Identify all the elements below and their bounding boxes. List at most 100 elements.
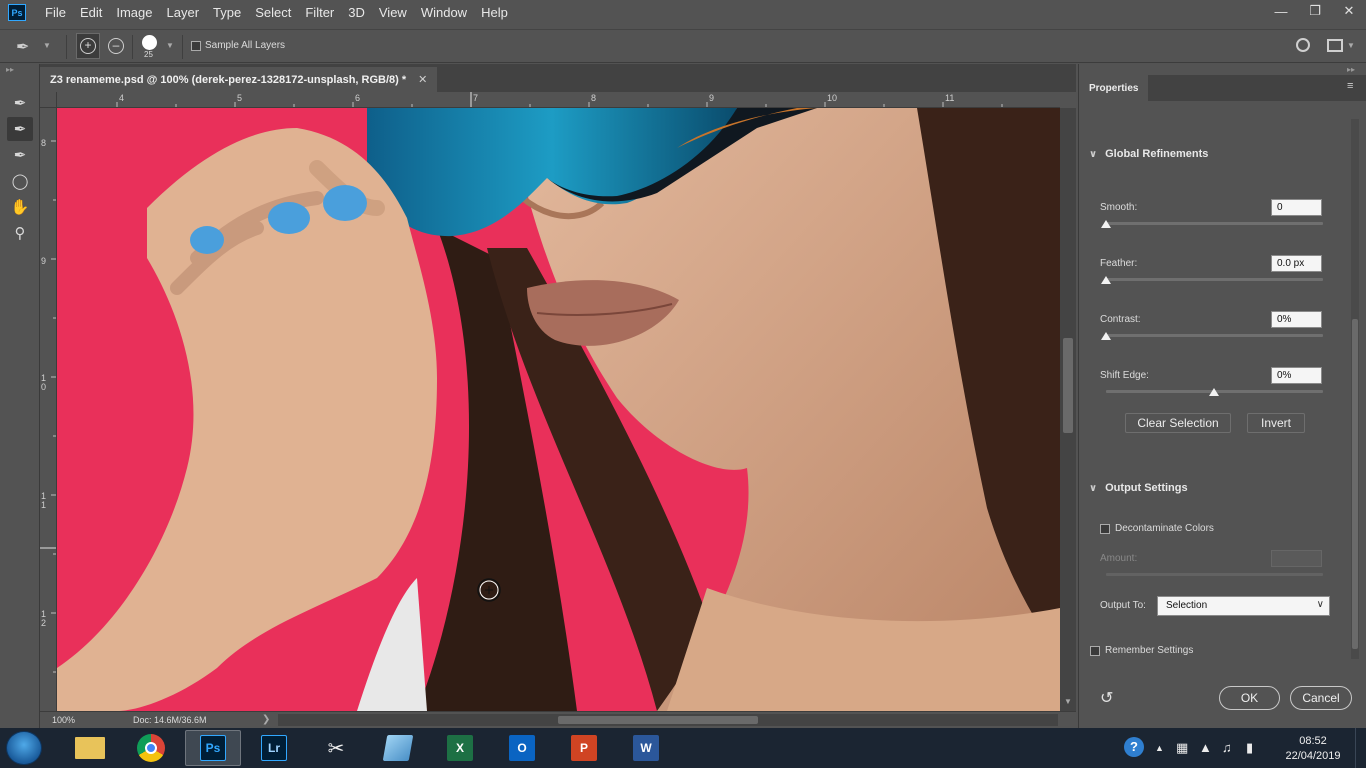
horizontal-ruler[interactable]: 4 5 6 7 8 9 10 11 — [57, 92, 1060, 108]
menu-view[interactable]: View — [372, 5, 414, 20]
close-tab-icon[interactable]: ✕ — [418, 73, 427, 86]
clear-selection-button[interactable]: Clear Selection — [1125, 413, 1231, 433]
section-title: Output Settings — [1105, 482, 1188, 494]
contrast-input[interactable]: 0% — [1271, 311, 1322, 328]
chevron-down-icon[interactable]: ▼ — [43, 41, 51, 50]
restore-icon[interactable]: ❐ — [1298, 0, 1332, 22]
document-canvas[interactable] — [57, 108, 1060, 711]
chevron-down-icon[interactable]: ▼ — [166, 41, 174, 50]
remember-settings-checkbox[interactable] — [1090, 646, 1100, 656]
lasso-tool-icon[interactable]: ◯ — [7, 169, 33, 193]
file-explorer-icon[interactable] — [62, 730, 118, 766]
feather-slider[interactable] — [1106, 278, 1323, 281]
menu-3d[interactable]: 3D — [341, 5, 372, 20]
zoom-level[interactable]: 100% — [52, 715, 75, 725]
minimize-icon[interactable]: — — [1264, 0, 1298, 22]
menu-image[interactable]: Image — [109, 5, 159, 20]
shift-edge-slider-thumb[interactable] — [1209, 388, 1219, 396]
outlook-icon[interactable]: O — [494, 730, 550, 766]
start-button[interactable] — [6, 731, 42, 765]
options-bar: ✒ ▼ + – 25 ▼ Sample All Layers ▼ — [0, 29, 1366, 63]
volume-icon[interactable]: ♫ — [1222, 740, 1232, 755]
smooth-slider-thumb[interactable] — [1101, 220, 1111, 228]
menu-edit[interactable]: Edit — [73, 5, 109, 20]
menu-window[interactable]: Window — [414, 5, 474, 20]
smooth-slider[interactable] — [1106, 222, 1323, 225]
word-icon[interactable]: W — [618, 730, 674, 766]
windows-icon[interactable]: ▦ — [1176, 740, 1188, 756]
lightroom-icon[interactable]: Lr — [246, 730, 302, 766]
snipping-tool-icon[interactable]: ✂ — [308, 730, 364, 766]
cancel-button[interactable]: Cancel — [1290, 686, 1352, 710]
menu-help[interactable]: Help — [474, 5, 515, 20]
ruler-label: 12 — [41, 609, 47, 628]
output-to-value: Selection — [1166, 600, 1208, 611]
notepad-icon[interactable] — [370, 730, 426, 766]
chevron-down-icon: ∨ — [1089, 148, 1098, 160]
menu-type[interactable]: Type — [206, 5, 248, 20]
menu-file[interactable]: File — [38, 5, 73, 20]
tab-properties[interactable]: Properties — [1079, 75, 1149, 101]
output-settings-header[interactable]: ∨ Output Settings — [1089, 482, 1188, 494]
brush-size-preview[interactable] — [142, 35, 157, 50]
document-tab[interactable]: Z3 renameme.psd @ 100% (derek-perez-1328… — [40, 67, 438, 92]
chevron-down-icon[interactable]: ▼ — [1347, 41, 1355, 50]
menu-select[interactable]: Select — [248, 5, 298, 20]
battery-icon[interactable]: ▮ — [1246, 740, 1253, 756]
subtract-from-selection-icon[interactable]: – — [108, 38, 124, 54]
contrast-slider-thumb[interactable] — [1101, 332, 1111, 340]
shift-edge-input[interactable]: 0% — [1271, 367, 1322, 384]
feather-slider-thumb[interactable] — [1101, 276, 1111, 284]
collapse-panel-icon[interactable]: ▸▸ — [1347, 65, 1355, 74]
close-icon[interactable]: ✕ — [1332, 0, 1366, 22]
horizontal-scrollbar[interactable] — [278, 714, 1058, 726]
tools-panel: ▸▸ ✒ ✒ ✒ ◯ ✋ ⚲ — [0, 64, 40, 728]
scrollbar-thumb[interactable] — [1063, 338, 1073, 433]
menu-filter[interactable]: Filter — [298, 5, 341, 20]
status-menu-icon[interactable]: ❯ — [262, 714, 270, 725]
menu-layer[interactable]: Layer — [160, 5, 207, 20]
smooth-input[interactable]: 0 — [1271, 199, 1322, 216]
decontaminate-colors-checkbox[interactable] — [1100, 524, 1110, 534]
properties-scrollbar[interactable] — [1351, 119, 1359, 659]
powerpoint-icon[interactable]: P — [556, 730, 612, 766]
scroll-down-icon[interactable]: ▼ — [1064, 697, 1072, 706]
document-info[interactable]: Doc: 14.6M/36.6M — [133, 715, 207, 725]
ok-button[interactable]: OK — [1219, 686, 1280, 710]
divider — [182, 35, 183, 59]
clock[interactable]: 08:52 22/04/2019 — [1281, 734, 1345, 764]
vertical-ruler[interactable]: 8 9 10 11 12 — [40, 108, 57, 711]
refine-edge-brush-tool-icon[interactable]: ✒ — [7, 117, 33, 141]
show-desktop-button[interactable] — [1355, 728, 1366, 768]
shift-edge-label: Shift Edge: — [1100, 370, 1149, 381]
section-title: Global Refinements — [1105, 148, 1209, 160]
help-icon[interactable]: ? — [1124, 737, 1144, 757]
workspace-icon[interactable] — [1327, 39, 1343, 52]
ruler-origin[interactable] — [40, 92, 57, 108]
scrollbar-thumb[interactable] — [1352, 319, 1358, 649]
photoshop-logo-icon[interactable]: Ps — [8, 4, 26, 21]
hand-tool-icon[interactable]: ✋ — [7, 195, 33, 219]
collapse-panel-icon[interactable]: ▸▸ — [6, 65, 14, 74]
feather-input[interactable]: 0.0 px — [1271, 255, 1322, 272]
search-icon[interactable] — [1296, 38, 1310, 52]
quick-selection-tool-icon[interactable]: ✒ — [7, 91, 33, 115]
excel-icon[interactable]: X — [432, 730, 488, 766]
brush-tool-icon[interactable]: ✒ — [7, 143, 33, 167]
zoom-tool-icon[interactable]: ⚲ — [7, 221, 33, 245]
output-to-select[interactable]: Selection ∨ — [1157, 596, 1330, 616]
sample-all-layers-checkbox[interactable] — [191, 41, 201, 51]
panel-menu-icon[interactable]: ≡ — [1347, 80, 1353, 92]
photoshop-taskbar-icon[interactable]: Ps — [185, 730, 241, 766]
vertical-scrollbar[interactable]: ▼ — [1060, 108, 1076, 711]
contrast-slider[interactable] — [1106, 334, 1323, 337]
brush-preset-icon[interactable]: ✒ — [16, 37, 29, 57]
chrome-icon[interactable] — [123, 730, 179, 766]
properties-header: Properties ≡ — [1079, 75, 1366, 101]
scrollbar-thumb[interactable] — [558, 716, 758, 724]
invert-button[interactable]: Invert — [1247, 413, 1305, 433]
network-icon[interactable]: ▲ — [1199, 740, 1212, 755]
global-refinements-header[interactable]: ∨ Global Refinements — [1089, 148, 1208, 160]
show-hidden-icons-icon[interactable]: ▲ — [1155, 743, 1164, 753]
reset-icon[interactable]: ↺ — [1100, 688, 1113, 708]
